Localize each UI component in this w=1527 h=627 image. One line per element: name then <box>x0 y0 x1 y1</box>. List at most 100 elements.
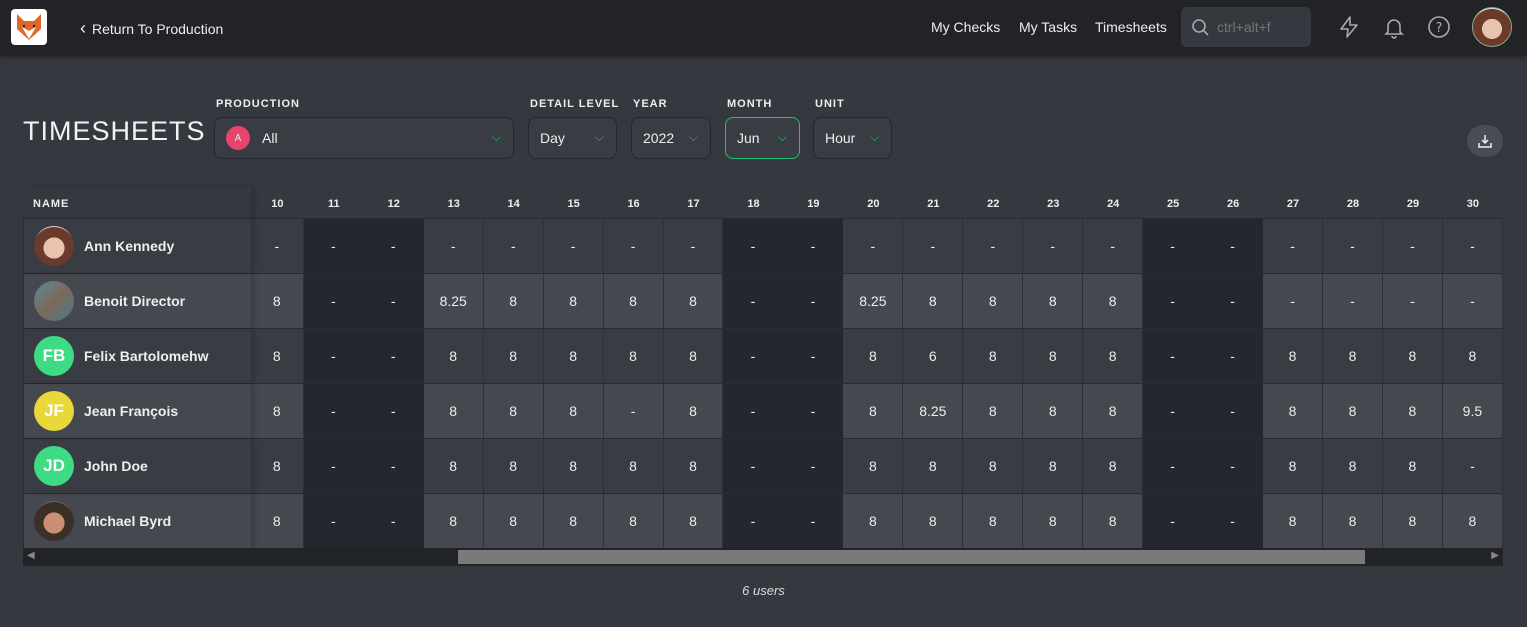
time-cell[interactable]: 8 <box>1263 494 1324 548</box>
month-select[interactable]: Jun ⌵ <box>725 117 800 159</box>
table-row[interactable]: JF Jean François 8- -8 8 8-8- -8 8.25 8 8 8- -8 8 8 9.… <box>23 384 1503 439</box>
time-cell[interactable]: - <box>303 219 364 273</box>
time-cell[interactable]: - <box>1023 219 1084 273</box>
time-cell[interactable]: - <box>303 439 364 493</box>
time-cell[interactable]: - <box>363 494 424 548</box>
time-cell[interactable]: 8 <box>484 439 544 493</box>
unit-select[interactable]: Hour ⌵ <box>813 117 892 159</box>
time-cell[interactable]: - <box>303 329 364 383</box>
time-cell[interactable]: - <box>1203 439 1264 493</box>
time-cell[interactable]: - <box>424 219 484 273</box>
time-cell[interactable]: - <box>1203 494 1264 548</box>
time-cell[interactable]: 8 <box>664 384 724 438</box>
time-cell[interactable]: - <box>783 219 844 273</box>
time-cell[interactable]: 8 <box>903 274 964 328</box>
nav-my-tasks[interactable]: My Tasks <box>1019 19 1077 35</box>
user-name-cell[interactable]: Benoit Director <box>23 274 251 328</box>
time-cell[interactable]: 8 <box>1023 439 1084 493</box>
time-cell[interactable]: 8 <box>544 384 604 438</box>
user-name[interactable]: Benoit Director <box>84 293 185 309</box>
time-cell[interactable]: 8.25 <box>903 384 964 438</box>
time-cell[interactable]: 8 <box>1083 384 1144 438</box>
lightning-icon[interactable] <box>1337 15 1361 39</box>
time-cell[interactable]: 8 <box>251 274 304 328</box>
time-cell[interactable]: 8 <box>1023 384 1084 438</box>
time-cell[interactable]: - <box>783 329 844 383</box>
time-cell[interactable]: 8 <box>903 494 964 548</box>
return-to-production-link[interactable]: ‹ Return To Production <box>80 18 223 39</box>
time-cell[interactable]: 8 <box>1263 329 1324 383</box>
time-cell[interactable]: - <box>1143 494 1204 548</box>
time-cell[interactable]: - <box>604 384 664 438</box>
time-cell[interactable]: - <box>1323 219 1383 273</box>
time-cell[interactable]: 8 <box>1323 494 1383 548</box>
time-cell[interactable]: 8 <box>1383 329 1443 383</box>
time-cell[interactable]: 8 <box>1443 329 1503 383</box>
time-cell[interactable]: - <box>303 384 364 438</box>
time-cell[interactable]: - <box>1143 274 1204 328</box>
time-cell[interactable]: - <box>1443 274 1503 328</box>
time-cell[interactable]: - <box>363 274 424 328</box>
time-cell[interactable]: 8 <box>664 494 724 548</box>
user-name-cell[interactable]: FB Felix Bartolomehw <box>23 329 251 383</box>
time-cell[interactable]: 8 <box>1443 494 1503 548</box>
time-cell[interactable]: - <box>1203 274 1264 328</box>
user-name-cell[interactable]: JD John Doe <box>23 439 251 493</box>
user-name-cell[interactable]: Michael Byrd <box>23 494 251 548</box>
time-cell[interactable]: - <box>723 494 784 548</box>
time-cell[interactable]: 8.25 <box>424 274 484 328</box>
time-cell[interactable]: - <box>1203 219 1264 273</box>
time-cell[interactable]: 8 <box>843 329 904 383</box>
time-cell[interactable]: 8 <box>604 329 664 383</box>
time-cell[interactable]: - <box>723 274 784 328</box>
nav-timesheets[interactable]: Timesheets <box>1095 19 1167 35</box>
time-cell[interactable]: 8 <box>664 274 724 328</box>
time-cell[interactable]: - <box>544 219 604 273</box>
time-cell[interactable]: 8 <box>1023 274 1084 328</box>
time-cell[interactable]: - <box>1263 274 1324 328</box>
time-cell[interactable]: 8 <box>1263 384 1324 438</box>
time-cell[interactable]: 8 <box>843 384 904 438</box>
user-name[interactable]: Ann Kennedy <box>84 238 174 254</box>
time-cell[interactable]: - <box>843 219 904 273</box>
time-cell[interactable]: 8 <box>1383 494 1443 548</box>
user-name-cell[interactable]: Ann Kennedy <box>23 219 251 273</box>
user-name-cell[interactable]: JF Jean François <box>23 384 251 438</box>
table-row[interactable]: Benoit Director 8- -8.25 8 8 8 8- -8.25 8 8 8 8- - - -… <box>23 274 1503 329</box>
time-cell[interactable]: 8 <box>604 274 664 328</box>
time-cell[interactable]: 8 <box>963 329 1024 383</box>
time-cell[interactable]: - <box>363 329 424 383</box>
download-button[interactable] <box>1467 125 1503 157</box>
time-cell[interactable]: 8 <box>1323 439 1383 493</box>
time-cell[interactable]: - <box>903 219 964 273</box>
time-cell[interactable]: 8 <box>544 439 604 493</box>
time-cell[interactable]: - <box>1383 274 1443 328</box>
time-cell[interactable]: - <box>723 384 784 438</box>
time-cell[interactable]: 8 <box>484 274 544 328</box>
time-cell[interactable]: 8 <box>1083 274 1144 328</box>
help-icon[interactable]: ? <box>1427 15 1451 39</box>
time-cell[interactable]: - <box>363 384 424 438</box>
user-name[interactable]: Jean François <box>84 403 178 419</box>
time-cell[interactable]: 8 <box>484 384 544 438</box>
time-cell[interactable]: 8 <box>604 494 664 548</box>
scrollbar-thumb[interactable] <box>458 550 1365 564</box>
time-cell[interactable]: 8 <box>251 439 304 493</box>
time-cell[interactable]: 8 <box>1323 329 1383 383</box>
time-cell[interactable]: - <box>963 219 1024 273</box>
time-cell[interactable]: - <box>664 219 724 273</box>
production-select[interactable]: A All ⌵ <box>214 117 514 159</box>
table-row[interactable]: JD John Doe 8- -8 8 8 8 8- -8 8 8 8 8- -8 8 8- <box>23 439 1503 494</box>
user-avatar[interactable] <box>1472 7 1512 47</box>
time-cell[interactable]: - <box>723 219 784 273</box>
time-cell[interactable]: 8 <box>544 274 604 328</box>
time-cell[interactable]: 8 <box>664 329 724 383</box>
time-cell[interactable]: 8 <box>1083 329 1144 383</box>
table-row[interactable]: Michael Byrd 8- -8 8 8 8 8- -8 8 8 8 8- -8 8 8 8 <box>23 494 1503 549</box>
time-cell[interactable]: - <box>1263 219 1324 273</box>
scroll-right-icon[interactable]: ▶ <box>1491 550 1499 561</box>
time-cell[interactable]: 8 <box>1263 439 1324 493</box>
time-cell[interactable]: 8 <box>484 329 544 383</box>
search-box[interactable] <box>1181 7 1311 47</box>
time-cell[interactable]: - <box>783 384 844 438</box>
